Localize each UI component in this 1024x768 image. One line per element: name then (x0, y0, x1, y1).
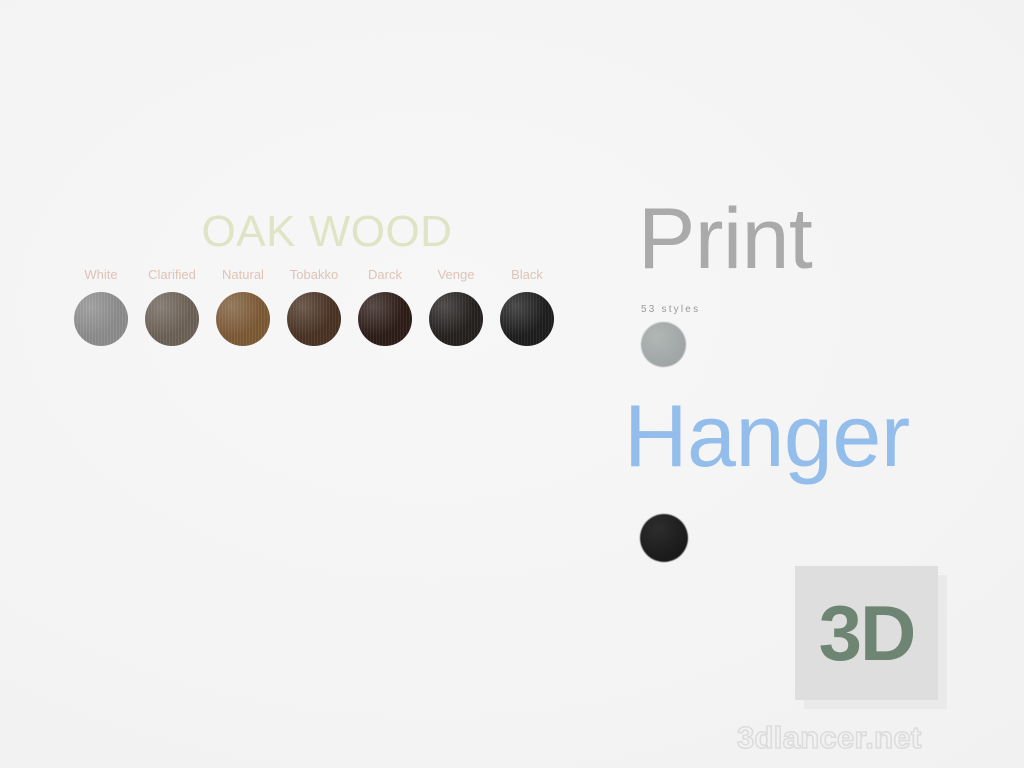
swatch-label: Darck (368, 267, 402, 282)
black-color-dot[interactable] (640, 514, 688, 562)
swatch-venge[interactable]: Venge (429, 268, 483, 346)
swatch-tobakko[interactable]: Tobakko (287, 268, 341, 346)
swatch-white[interactable]: White (74, 268, 128, 346)
swatch-label: Tobakko (289, 267, 339, 282)
swatch-chip[interactable] (287, 292, 341, 346)
oak-wood-palette: OAK WOOD White Clarified Natural Tobakko… (74, 210, 574, 346)
swatch-chip[interactable] (358, 292, 412, 346)
gray-color-dot[interactable] (641, 322, 686, 367)
logo-3d-badge: 3D (795, 566, 947, 709)
swatch-clarified[interactable]: Clarified (145, 268, 199, 346)
swatch-chip[interactable] (145, 292, 199, 346)
styles-count-label: 53 styles (641, 304, 701, 315)
swatch-chip[interactable] (500, 292, 554, 346)
logo-3d-text: 3D (818, 589, 917, 677)
swatch-chip[interactable] (74, 292, 128, 346)
swatch-label: Clarified (148, 267, 196, 282)
swatch-label: Natural (222, 267, 264, 282)
swatch-row: White Clarified Natural Tobakko Darck Ve (74, 268, 574, 346)
palette-title: OAK WOOD (201, 207, 453, 256)
swatch-chip[interactable] (429, 292, 483, 346)
swatch-label: Venge (437, 267, 475, 282)
swatch-chip[interactable] (216, 292, 270, 346)
swatch-darck[interactable]: Darck (358, 268, 412, 346)
swatch-label: Black (511, 267, 543, 282)
logo-tile: 3D (795, 566, 938, 700)
site-watermark: 3dlancer.net (736, 720, 922, 755)
swatch-natural[interactable]: Natural (216, 268, 270, 346)
swatch-black[interactable]: Black (500, 268, 554, 346)
print-heading: Print (638, 191, 813, 287)
swatch-board-canvas: OAK WOOD White Clarified Natural Tobakko… (0, 0, 1024, 768)
swatch-label: White (84, 267, 118, 282)
hanger-heading: Hanger (624, 386, 910, 485)
